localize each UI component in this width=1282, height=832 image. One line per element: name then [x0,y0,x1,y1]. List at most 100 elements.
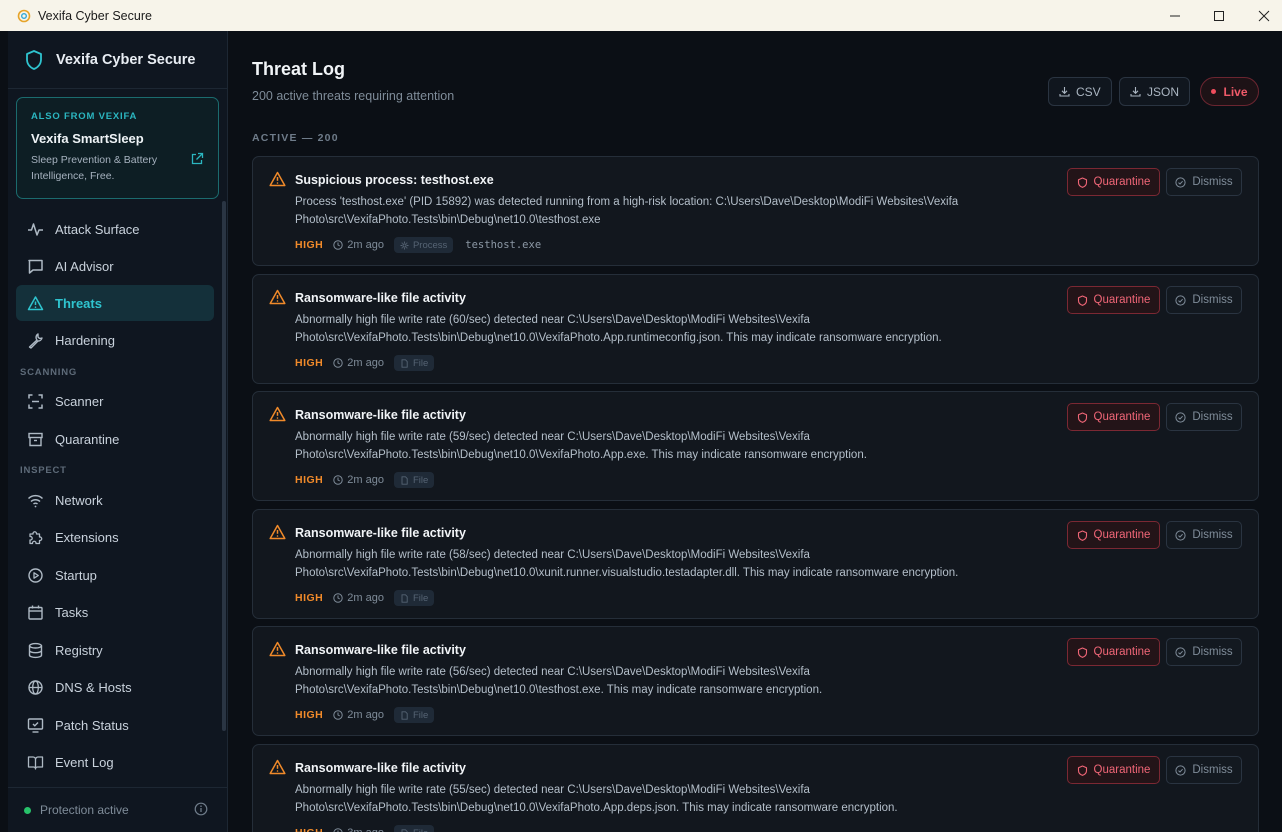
info-icon[interactable] [194,802,208,816]
warning-icon [269,289,286,305]
sidebar-item-scanner[interactable]: Scanner [16,383,214,419]
sidebar-item-dns-hosts[interactable]: DNS & Hosts [16,669,214,705]
promo-card[interactable]: ALSO FROM VEXIFA Vexifa SmartSleep Sleep… [16,97,219,199]
dismiss-button[interactable]: Dismiss [1166,168,1242,196]
quarantine-label: Quarantine [1093,646,1151,658]
threat-description: Process 'testhost.exe' (PID 15892) was d… [295,196,959,226]
check-circle-icon [1175,294,1186,306]
shield-icon [1077,411,1087,423]
maximize-button[interactable] [1196,0,1242,31]
sidebar-item-extensions[interactable]: Extensions [16,519,214,555]
threat-title: Ransomware-like file activity [295,761,466,775]
sidebar-item-network[interactable]: Network [16,482,214,518]
section-heading-scanning: SCANNING [20,367,78,378]
quarantine-button[interactable]: Quarantine [1067,403,1160,431]
quarantine-label: Quarantine [1093,294,1151,306]
threat-time-text: 2m ago [347,709,384,721]
close-button[interactable] [1241,0,1282,31]
book-icon [27,755,44,770]
gear-icon [400,241,409,249]
globe-icon [28,679,43,695]
sidebar-item-label: Patch Status [55,717,129,733]
monitor-check-icon [27,717,44,733]
database-icon [28,642,43,658]
play-circle-icon [28,567,43,583]
check-circle-icon [1175,411,1186,423]
threat-time-text: 2m ago [347,239,384,251]
warning-icon [269,406,286,422]
dismiss-button[interactable]: Dismiss [1166,756,1242,784]
quarantine-button[interactable]: Quarantine [1067,756,1160,784]
threat-type-label: File [412,709,429,721]
threat-card[interactable]: Ransomware-like file activity Abnormally … [252,391,1259,501]
sidebar-scrollbar[interactable] [222,201,226,731]
dismiss-button[interactable]: Dismiss [1166,403,1242,431]
sidebar-item-label: Network [55,492,103,508]
sidebar-item-attack-surface[interactable]: Attack Surface [16,211,214,247]
threat-description: Abnormally high file write rate (56/sec)… [295,666,823,696]
section-heading-inspect: INSPECT [20,465,67,476]
dismiss-button[interactable]: Dismiss [1166,638,1242,666]
window-titlebar: Vexifa Cyber Secure [0,0,1282,31]
status-dot [24,806,31,814]
clock-icon [333,593,343,603]
threat-time-text: 2m ago [347,474,384,486]
sidebar-item-label: Quarantine [55,431,120,447]
threat-card[interactable]: Suspicious process: testhost.exe Process … [252,156,1259,266]
threat-card[interactable]: Ransomware-like file activity Abnormally … [252,744,1259,832]
page-title: Threat Log [252,59,345,79]
check-circle-icon [1175,529,1186,541]
dismiss-label: Dismiss [1192,294,1233,306]
sidebar-item-threats[interactable]: Threats [16,285,214,321]
threat-type-label: Process [412,239,448,251]
brand-name: Vexifa Cyber Secure [56,52,196,68]
export-csv-button[interactable]: CSV [1048,77,1112,106]
threat-title: Ransomware-like file activity [295,408,466,422]
dismiss-label: Dismiss [1192,529,1233,541]
status-text: Protection active [40,803,129,817]
sidebar-item-registry[interactable]: Registry [16,632,214,668]
threat-card[interactable]: Ransomware-like file activity Abnormally … [252,509,1259,619]
sidebar-item-hardening[interactable]: Hardening [16,322,214,358]
quarantine-button[interactable]: Quarantine [1067,286,1160,314]
app-logo-icon [17,9,31,22]
dismiss-button[interactable]: Dismiss [1166,286,1242,314]
sidebar-item-quarantine[interactable]: Quarantine [16,421,214,457]
divider [8,787,227,788]
sidebar-item-ai-advisor[interactable]: AI Advisor [16,248,214,284]
download-icon [1059,87,1070,97]
threat-time-text: 3m ago [347,827,384,832]
severity-badge: HIGH [295,239,324,251]
shield-icon [1077,529,1087,541]
sidebar-item-startup[interactable]: Startup [16,557,214,593]
threat-time-text: 2m ago [347,592,384,604]
warning-icon [269,524,286,540]
file-icon [401,710,408,720]
dismiss-button[interactable]: Dismiss [1166,521,1242,549]
shield-icon [1077,176,1087,188]
sidebar-item-tasks[interactable]: Tasks [16,594,214,630]
sidebar-item-event-log[interactable]: Event Log [16,744,214,780]
severity-badge: HIGH [295,827,323,832]
sidebar-item-patch-status[interactable]: Patch Status [16,707,214,743]
dismiss-label: Dismiss [1192,411,1233,423]
shield-icon [1077,646,1087,658]
export-json-button[interactable]: JSON [1119,77,1191,106]
calendar-icon [28,605,43,620]
threat-time: 2m ago [333,239,384,251]
live-dot [1211,89,1217,94]
clock-icon [333,828,343,832]
quarantine-button[interactable]: Quarantine [1067,638,1160,666]
minimize-icon [1170,15,1180,16]
quarantine-button[interactable]: Quarantine [1067,168,1160,196]
severity-badge: HIGH [295,709,324,721]
live-toggle[interactable]: Live [1200,77,1259,106]
minimize-button[interactable] [1152,0,1198,31]
threat-card[interactable]: Ransomware-like file activity Abnormally … [252,626,1259,736]
quarantine-button[interactable]: Quarantine [1067,521,1160,549]
severity-badge: HIGH [295,592,324,604]
threat-card[interactable]: Ransomware-like file activity Abnormally … [252,274,1259,384]
quarantine-label: Quarantine [1093,764,1151,776]
chat-icon [28,259,43,274]
external-link-icon[interactable] [190,152,204,166]
